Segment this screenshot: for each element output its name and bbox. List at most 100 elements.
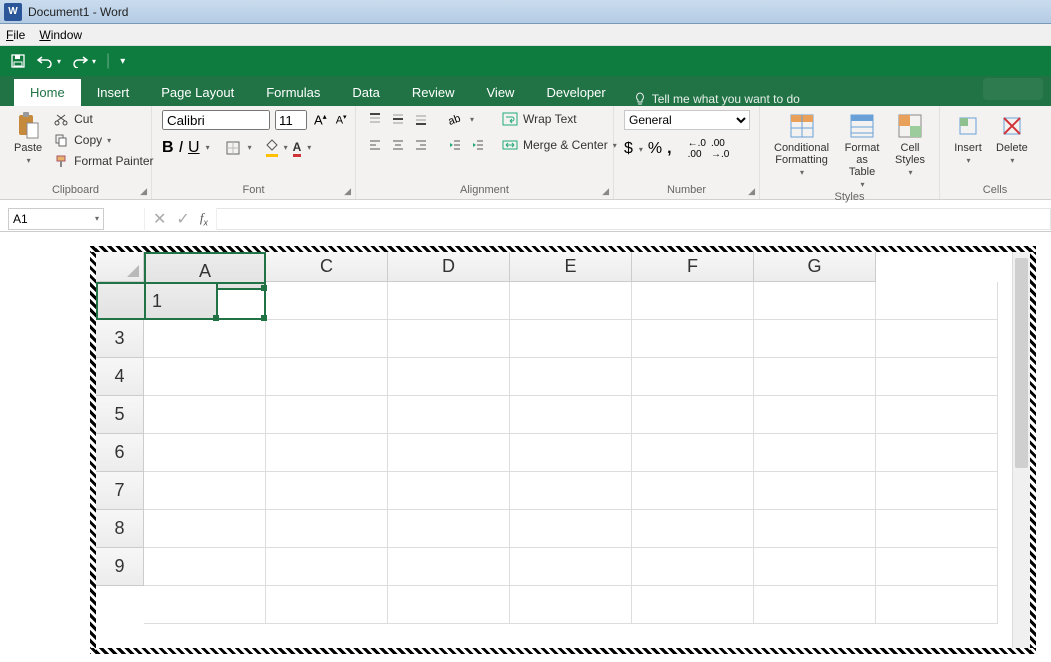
cell[interactable] bbox=[876, 358, 998, 396]
align-left-button[interactable] bbox=[366, 136, 384, 154]
cell[interactable] bbox=[876, 282, 998, 320]
delete-cells-button[interactable]: Delete▾ bbox=[992, 110, 1032, 167]
cell[interactable] bbox=[266, 548, 388, 586]
cell[interactable] bbox=[754, 586, 876, 624]
cell[interactable] bbox=[144, 396, 266, 434]
cell[interactable] bbox=[876, 320, 998, 358]
align-right-button[interactable] bbox=[412, 136, 430, 154]
cell[interactable] bbox=[388, 320, 510, 358]
comma-button[interactable]: , bbox=[667, 140, 671, 158]
paste-button[interactable]: Paste ▾ bbox=[10, 110, 46, 167]
row-header-6[interactable]: 6 bbox=[96, 434, 144, 472]
cell[interactable] bbox=[876, 586, 998, 624]
cell[interactable] bbox=[632, 548, 754, 586]
font-launcher[interactable]: ◢ bbox=[344, 186, 351, 197]
select-all-corner[interactable] bbox=[96, 252, 144, 282]
col-header-d[interactable]: D bbox=[388, 252, 510, 282]
formula-input[interactable] bbox=[217, 208, 1051, 230]
cell[interactable] bbox=[754, 510, 876, 548]
cell[interactable] bbox=[144, 510, 266, 548]
orientation-button[interactable]: ab bbox=[446, 110, 464, 128]
cell[interactable] bbox=[510, 548, 632, 586]
qat-redo-button[interactable]: ▾ bbox=[71, 54, 96, 68]
tab-insert[interactable]: Insert bbox=[81, 79, 146, 106]
fx-button[interactable]: fx bbox=[200, 210, 208, 228]
cell[interactable] bbox=[144, 586, 266, 624]
cell[interactable] bbox=[876, 396, 998, 434]
cell[interactable] bbox=[632, 396, 754, 434]
col-header-c[interactable]: C bbox=[266, 252, 388, 282]
italic-button[interactable]: I bbox=[179, 139, 183, 157]
cell[interactable] bbox=[388, 548, 510, 586]
cell[interactable] bbox=[510, 510, 632, 548]
format-painter-button[interactable]: Format Painter bbox=[52, 152, 153, 170]
cell[interactable] bbox=[266, 358, 388, 396]
row-header-3[interactable]: 3 bbox=[96, 320, 144, 358]
clipboard-launcher[interactable]: ◢ bbox=[140, 186, 147, 197]
cell[interactable] bbox=[266, 510, 388, 548]
tab-view[interactable]: View bbox=[471, 79, 531, 106]
cell[interactable] bbox=[388, 396, 510, 434]
enter-formula-button[interactable]: ✓ bbox=[176, 209, 189, 229]
increase-font-button[interactable]: A▴ bbox=[312, 111, 329, 128]
cell-styles-button[interactable]: Cell Styles▾ bbox=[891, 110, 929, 179]
cell[interactable] bbox=[510, 396, 632, 434]
name-box-dropdown-icon[interactable]: ▾ bbox=[95, 214, 99, 223]
word-menu-window[interactable]: Window bbox=[39, 28, 82, 42]
cell[interactable] bbox=[144, 434, 266, 472]
cell[interactable] bbox=[388, 434, 510, 472]
col-header-g[interactable]: G bbox=[754, 252, 876, 282]
copy-button[interactable]: Copy▾ bbox=[52, 131, 153, 149]
col-header-f[interactable]: F bbox=[632, 252, 754, 282]
cell[interactable] bbox=[632, 472, 754, 510]
cell[interactable] bbox=[388, 472, 510, 510]
row-header-9[interactable]: 9 bbox=[96, 548, 144, 586]
alignment-launcher[interactable]: ◢ bbox=[602, 186, 609, 197]
cell[interactable] bbox=[632, 434, 754, 472]
cell[interactable] bbox=[754, 320, 876, 358]
cell[interactable] bbox=[266, 472, 388, 510]
cell[interactable] bbox=[510, 434, 632, 472]
cell[interactable] bbox=[510, 472, 632, 510]
row-header-7[interactable]: 7 bbox=[96, 472, 144, 510]
row-header-4[interactable]: 4 bbox=[96, 358, 144, 396]
cell[interactable] bbox=[388, 510, 510, 548]
increase-decimal-button[interactable]: ←.0.00 bbox=[688, 138, 706, 160]
cell[interactable] bbox=[754, 282, 876, 320]
cell[interactable] bbox=[510, 358, 632, 396]
merge-center-button[interactable]: Merge & Center▾ bbox=[501, 136, 617, 154]
tab-data[interactable]: Data bbox=[336, 79, 395, 106]
font-name-box[interactable] bbox=[162, 110, 270, 130]
tab-formulas[interactable]: Formulas bbox=[250, 79, 336, 106]
underline-button[interactable]: U bbox=[188, 139, 200, 157]
cell-area[interactable] bbox=[144, 282, 1012, 648]
cell[interactable] bbox=[510, 282, 632, 320]
qat-save-button[interactable] bbox=[10, 53, 26, 69]
cancel-formula-button[interactable]: ✕ bbox=[153, 209, 166, 229]
cell[interactable] bbox=[632, 510, 754, 548]
percent-button[interactable]: % bbox=[648, 140, 662, 158]
cell[interactable] bbox=[266, 434, 388, 472]
cell[interactable] bbox=[388, 282, 510, 320]
tab-page-layout[interactable]: Page Layout bbox=[145, 79, 250, 106]
embedded-excel-object[interactable]: A B C D E F G 1 2 3 4 5 6 7 8 9 bbox=[96, 252, 1030, 648]
cell[interactable] bbox=[632, 358, 754, 396]
cell[interactable] bbox=[144, 282, 266, 320]
bold-button[interactable]: B bbox=[162, 139, 174, 157]
cell[interactable] bbox=[144, 320, 266, 358]
tell-me-box[interactable]: Tell me what you want to do bbox=[622, 92, 812, 106]
cell[interactable] bbox=[754, 434, 876, 472]
cell[interactable] bbox=[510, 320, 632, 358]
align-middle-button[interactable] bbox=[389, 110, 407, 128]
vertical-scrollbar[interactable] bbox=[1012, 252, 1030, 648]
cell[interactable] bbox=[144, 358, 266, 396]
font-color-button[interactable]: A bbox=[293, 138, 302, 157]
format-as-table-button[interactable]: Format as Table▾ bbox=[839, 110, 885, 191]
cell[interactable] bbox=[144, 548, 266, 586]
cell[interactable] bbox=[266, 586, 388, 624]
cell[interactable] bbox=[632, 320, 754, 358]
cell[interactable] bbox=[754, 472, 876, 510]
cell[interactable] bbox=[754, 358, 876, 396]
qat-undo-button[interactable]: ▾ bbox=[36, 54, 61, 68]
tab-review[interactable]: Review bbox=[396, 79, 471, 106]
